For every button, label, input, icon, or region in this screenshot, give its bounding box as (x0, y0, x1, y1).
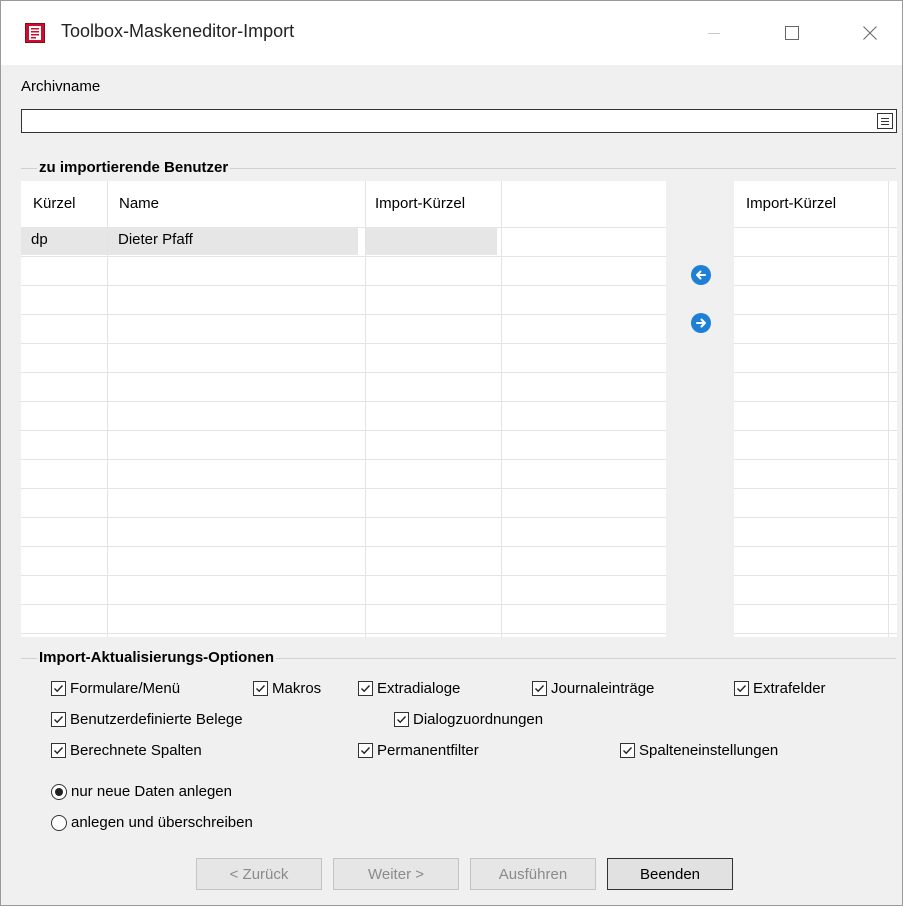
column-header-kuerzel[interactable]: Kürzel (33, 195, 76, 212)
finish-button[interactable]: Beenden (607, 858, 733, 890)
checkbox-checkmark-icon (51, 712, 66, 727)
checkbox-journaleintraege-label: Journaleinträge (551, 680, 655, 697)
column-header-name[interactable]: Name (119, 195, 159, 212)
radio-anlegen-ueberschreiben[interactable]: anlegen und überschreiben (51, 814, 253, 831)
radio-unselected-icon (51, 814, 67, 831)
arrow-left-icon (696, 270, 706, 280)
options-group-title: Import-Aktualisierungs-Optionen (37, 649, 277, 666)
checkbox-extradialoge-label: Extradialoge (377, 680, 461, 697)
checkbox-formulare-label: Formulare/Menü (70, 680, 181, 697)
checkbox-checkmark-icon (51, 681, 66, 696)
arrow-right-icon (696, 318, 706, 328)
checkbox-benutzerbelege-label: Benutzerdefinierte Belege (70, 711, 243, 728)
checkbox-makros[interactable]: Makros (253, 680, 321, 697)
checkbox-journaleintraege[interactable]: Journaleinträge (532, 680, 654, 697)
checkbox-spalteneinstellungen[interactable]: Spalteneinstellungen (620, 742, 778, 759)
radio-anlegen-ueberschreiben-label: anlegen und überschreiben (71, 814, 253, 831)
checkbox-extrafelder-label: Extrafelder (753, 680, 826, 697)
target-grid[interactable]: Import-Kürzel (734, 181, 897, 637)
checkbox-checkmark-icon (253, 681, 268, 696)
back-button[interactable]: < Zurück (196, 858, 322, 890)
archive-label: Archivname (21, 78, 101, 95)
import-dialog-window: Toolbox-Maskeneditor-Import Archivname z… (0, 0, 903, 906)
close-icon (863, 26, 877, 40)
maximize-icon (785, 26, 799, 40)
title-bar: Toolbox-Maskeneditor-Import (1, 1, 902, 65)
minimize-icon (708, 33, 720, 34)
checkbox-dialogzuordnungen[interactable]: Dialogzuordnungen (394, 711, 543, 728)
checkbox-checkmark-icon (358, 681, 373, 696)
checkbox-checkmark-icon (620, 743, 635, 758)
checkbox-berechnete-label: Berechnete Spalten (70, 742, 202, 759)
checkbox-checkmark-icon (394, 712, 409, 727)
close-button[interactable] (841, 1, 899, 65)
radio-nur-neue-daten-label: nur neue Daten anlegen (71, 783, 232, 800)
checkbox-extrafelder[interactable]: Extrafelder (734, 680, 826, 697)
checkbox-checkmark-icon (532, 681, 547, 696)
checkbox-formulare[interactable]: Formulare/Menü (51, 680, 180, 697)
move-left-button[interactable] (691, 265, 711, 285)
users-grid[interactable]: Kürzel Name Import-Kürzel dp Dieter Pfaf… (21, 181, 666, 637)
table-cell-kuerzel[interactable]: dp (21, 227, 107, 255)
target-column-header-import-kuerzel[interactable]: Import-Kürzel (746, 195, 836, 212)
radio-nur-neue-daten[interactable]: nur neue Daten anlegen (51, 783, 232, 800)
archive-combobox[interactable] (21, 109, 897, 133)
checkbox-benutzerbelege[interactable]: Benutzerdefinierte Belege (51, 711, 243, 728)
checkbox-permanentfilter[interactable]: Permanentfilter (358, 742, 479, 759)
execute-button[interactable]: Ausführen (470, 858, 596, 890)
checkbox-makros-label: Makros (272, 680, 322, 697)
column-header-import-kuerzel[interactable]: Import-Kürzel (375, 195, 465, 212)
cell-kuerzel-text: dp (31, 231, 48, 248)
table-cell-import-kuerzel[interactable] (366, 227, 497, 255)
checkbox-checkmark-icon (51, 743, 66, 758)
checkbox-checkmark-icon (358, 743, 373, 758)
minimize-button[interactable] (685, 1, 743, 65)
checkbox-checkmark-icon (734, 681, 749, 696)
checkbox-spalteneinstellungen-label: Spalteneinstellungen (639, 742, 779, 759)
users-group-title: zu importierende Benutzer (37, 159, 231, 176)
checkbox-permanentfilter-label: Permanentfilter (377, 742, 479, 759)
next-button[interactable]: Weiter > (333, 858, 459, 890)
table-row[interactable]: dp Dieter Pfaff (21, 227, 501, 255)
maximize-button[interactable] (763, 1, 821, 65)
table-cell-name[interactable]: Dieter Pfaff (108, 227, 358, 255)
cell-name-text: Dieter Pfaff (118, 231, 193, 248)
checkbox-berechnete[interactable]: Berechnete Spalten (51, 742, 202, 759)
checkbox-dialogzuordnungen-label: Dialogzuordnungen (413, 711, 544, 728)
app-icon (25, 23, 45, 43)
archive-browse-button[interactable] (877, 113, 893, 129)
window-title: Toolbox-Maskeneditor-Import (61, 21, 295, 41)
radio-selected-icon (51, 783, 67, 800)
move-right-button[interactable] (691, 313, 711, 333)
checkbox-extradialoge[interactable]: Extradialoge (358, 680, 460, 697)
